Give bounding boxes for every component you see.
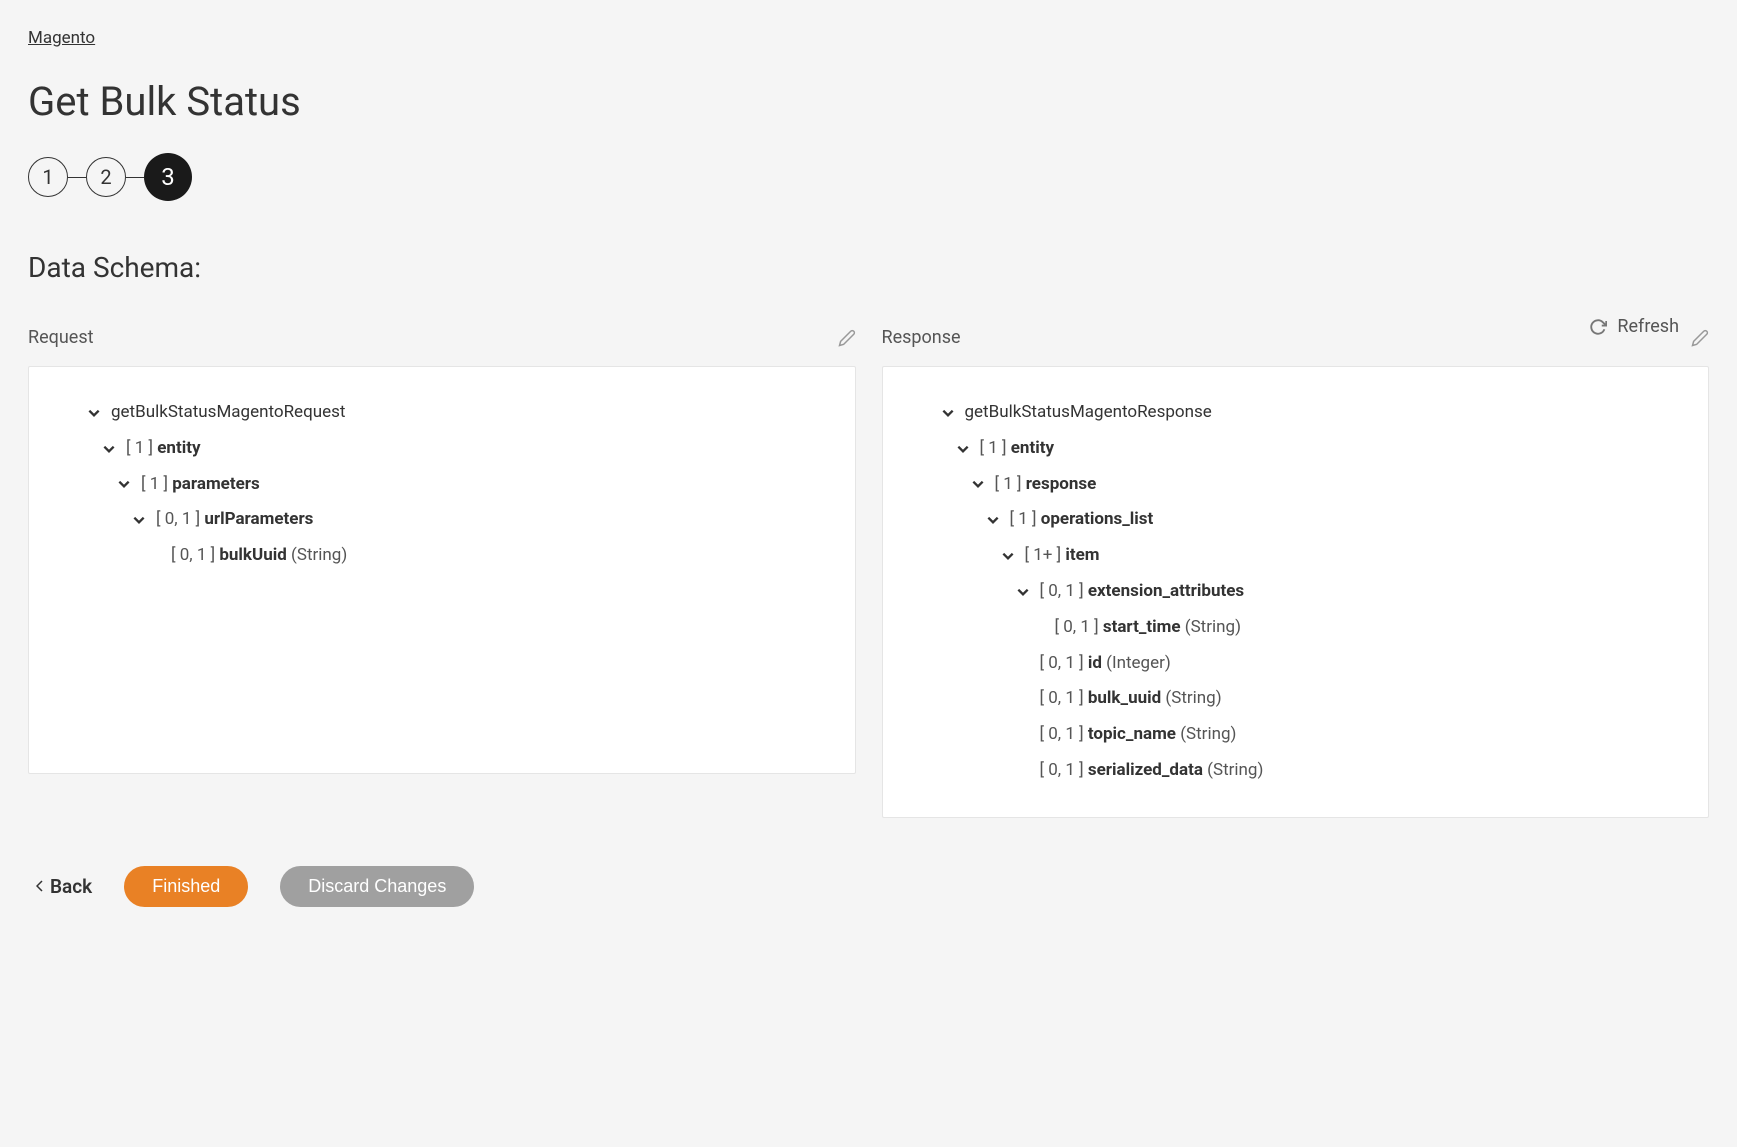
request-panel: getBulkStatusMagentoRequest[ 1 ] entity[… bbox=[28, 366, 856, 774]
cardinality: [ 0, 1 ] bbox=[1055, 617, 1103, 637]
chevron-down-icon[interactable] bbox=[102, 442, 116, 456]
field-name: item bbox=[1065, 545, 1099, 565]
field-type: (Integer) bbox=[1106, 653, 1171, 673]
cardinality: [ 1 ] bbox=[141, 474, 172, 494]
field-name: id bbox=[1088, 653, 1102, 673]
step-2[interactable]: 2 bbox=[86, 157, 126, 197]
tree-row: [ 0, 1 ] id (Integer) bbox=[901, 646, 1681, 682]
stepper: 1 2 3 bbox=[28, 153, 1709, 201]
step-3[interactable]: 3 bbox=[144, 153, 192, 201]
tree-row[interactable]: [ 1 ] operations_list bbox=[901, 502, 1681, 538]
cardinality: [ 0, 1 ] bbox=[1040, 653, 1088, 673]
tree-row: [ 0, 1 ] start_time (String) bbox=[901, 610, 1681, 646]
tree-row[interactable]: [ 1+ ] item bbox=[901, 538, 1681, 574]
request-panel-title: Request bbox=[28, 327, 94, 348]
cardinality: [ 0, 1 ] bbox=[156, 509, 204, 529]
field-type: (String) bbox=[1180, 724, 1236, 744]
cardinality: [ 0, 1 ] bbox=[1040, 688, 1088, 708]
cardinality: [ 1+ ] bbox=[1025, 545, 1066, 565]
chevron-down-icon[interactable] bbox=[132, 513, 146, 527]
step-1[interactable]: 1 bbox=[28, 157, 68, 197]
chevron-left-icon bbox=[36, 880, 44, 892]
field-name: topic_name bbox=[1088, 724, 1176, 744]
tree-row[interactable]: [ 1 ] parameters bbox=[47, 467, 827, 503]
chevron-down-icon[interactable] bbox=[971, 477, 985, 491]
tree-row[interactable]: getBulkStatusMagentoRequest bbox=[47, 395, 827, 431]
field-name: operations_list bbox=[1041, 509, 1154, 529]
cardinality: [ 1 ] bbox=[980, 438, 1011, 458]
cardinality: [ 0, 1 ] bbox=[1040, 760, 1088, 780]
chevron-down-icon[interactable] bbox=[87, 406, 101, 420]
response-panel-title: Response bbox=[882, 327, 961, 348]
cardinality: [ 1 ] bbox=[126, 438, 157, 458]
cardinality: [ 0, 1 ] bbox=[1040, 724, 1088, 744]
field-type: (String) bbox=[291, 545, 347, 565]
chevron-down-icon[interactable] bbox=[1016, 585, 1030, 599]
field-type: (String) bbox=[1185, 617, 1241, 637]
page-title: Get Bulk Status bbox=[28, 78, 1709, 125]
cardinality: [ 0, 1 ] bbox=[1040, 581, 1088, 601]
field-name: response bbox=[1026, 474, 1097, 494]
chevron-down-icon[interactable] bbox=[956, 442, 970, 456]
tree-row[interactable]: [ 1 ] response bbox=[901, 467, 1681, 503]
field-name: getBulkStatusMagentoRequest bbox=[111, 402, 345, 422]
cardinality: [ 1 ] bbox=[995, 474, 1026, 494]
chevron-down-icon[interactable] bbox=[1001, 549, 1015, 563]
edit-request-icon[interactable] bbox=[838, 329, 856, 347]
tree-row[interactable]: [ 0, 1 ] urlParameters bbox=[47, 502, 827, 538]
tree-row: [ 0, 1 ] bulk_uuid (String) bbox=[901, 681, 1681, 717]
edit-response-icon[interactable] bbox=[1691, 329, 1709, 347]
breadcrumb-magento[interactable]: Magento bbox=[28, 28, 95, 48]
field-name: bulk_uuid bbox=[1088, 688, 1161, 708]
tree-row[interactable]: getBulkStatusMagentoResponse bbox=[901, 395, 1681, 431]
tree-row[interactable]: [ 0, 1 ] extension_attributes bbox=[901, 574, 1681, 610]
section-title: Data Schema: bbox=[28, 251, 1709, 284]
field-type: (String) bbox=[1165, 688, 1221, 708]
tree-row: [ 0, 1 ] bulkUuid (String) bbox=[47, 538, 827, 574]
step-connector bbox=[68, 177, 86, 178]
finished-button[interactable]: Finished bbox=[124, 866, 248, 907]
field-name: entity bbox=[1011, 438, 1054, 458]
chevron-down-icon[interactable] bbox=[941, 406, 955, 420]
tree-row[interactable]: [ 1 ] entity bbox=[47, 431, 827, 467]
chevron-down-icon[interactable] bbox=[117, 477, 131, 491]
discard-button[interactable]: Discard Changes bbox=[280, 866, 474, 907]
response-panel: getBulkStatusMagentoResponse [ 1 ] entity… bbox=[882, 366, 1710, 818]
back-label: Back bbox=[50, 875, 92, 898]
field-name: extension_attributes bbox=[1088, 581, 1244, 601]
cardinality: [ 0, 1 ] bbox=[171, 545, 219, 565]
field-name: urlParameters bbox=[204, 509, 313, 529]
step-connector bbox=[126, 177, 144, 178]
tree-row: [ 0, 1 ] serialized_data (String) bbox=[901, 753, 1681, 789]
back-button[interactable]: Back bbox=[36, 875, 92, 898]
field-name: bulkUuid bbox=[219, 545, 286, 565]
field-name: parameters bbox=[172, 474, 260, 494]
tree-row: [ 0, 1 ] topic_name (String) bbox=[901, 717, 1681, 753]
field-type: (String) bbox=[1207, 760, 1263, 780]
cardinality: [ 1 ] bbox=[1010, 509, 1041, 529]
field-name: getBulkStatusMagentoResponse bbox=[965, 402, 1212, 422]
field-name: serialized_data bbox=[1088, 760, 1203, 780]
field-name: start_time bbox=[1103, 617, 1181, 637]
field-name: entity bbox=[157, 438, 200, 458]
tree-row[interactable]: [ 1 ] entity bbox=[901, 431, 1681, 467]
chevron-down-icon[interactable] bbox=[986, 513, 1000, 527]
